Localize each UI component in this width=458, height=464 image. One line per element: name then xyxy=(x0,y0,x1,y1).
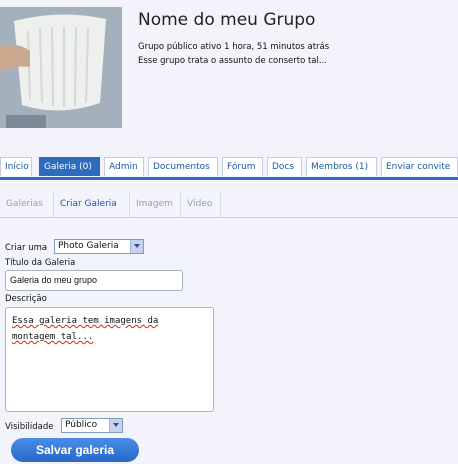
subtab-galerias[interactable]: Galerias xyxy=(0,191,54,217)
visibility-select[interactable]: Público xyxy=(61,418,123,433)
chevron-down-icon xyxy=(109,419,122,432)
tab-documentos[interactable]: Documentos xyxy=(148,157,218,176)
visibility-label: Visibilidade xyxy=(5,422,54,432)
title-label: Título da Galeria xyxy=(5,258,76,268)
tab-enviar-convite[interactable]: Enviar convite xyxy=(381,157,458,176)
group-status: Grupo público ativo 1 hora, 51 minutos a… xyxy=(138,42,330,52)
tab-membros[interactable]: Membros (1) xyxy=(306,157,377,176)
tabs-underline xyxy=(0,177,458,180)
group-title: Nome do meu Grupo xyxy=(138,10,316,30)
gallery-subtabs: Galerias Criar Galeria Imagem Vídeo xyxy=(0,191,458,218)
visibility-value: Público xyxy=(65,420,98,430)
tab-docs[interactable]: Docs xyxy=(267,157,302,176)
description-line-2: montagem tal... xyxy=(12,332,94,342)
subtabs-divider xyxy=(0,217,458,218)
gallery-type-value: Photo Galeria xyxy=(58,241,119,251)
tab-forum[interactable]: Fórum xyxy=(222,157,263,176)
save-gallery-button[interactable]: Salvar galeria xyxy=(11,438,139,462)
type-label: Criar uma xyxy=(5,243,48,253)
subtab-imagem[interactable]: Imagem xyxy=(130,191,181,217)
subtab-criar-galeria[interactable]: Criar Galeria xyxy=(54,191,130,217)
gallery-type-select[interactable]: Photo Galeria xyxy=(54,239,144,254)
group-photo xyxy=(0,7,122,128)
chevron-down-icon xyxy=(130,240,143,253)
tab-galeria[interactable]: Galeria (0) xyxy=(39,157,100,176)
gallery-title-input[interactable]: Galeria do meu grupo xyxy=(5,270,183,291)
group-tabs: Início Galeria (0) Admin Documentos Fóru… xyxy=(0,157,458,179)
tab-inicio[interactable]: Início xyxy=(0,157,32,176)
group-avatar xyxy=(0,7,122,128)
tab-admin[interactable]: Admin xyxy=(104,157,144,176)
gallery-description-textarea[interactable]: Essa galeria tem imagens da montagem tal… xyxy=(5,307,214,412)
description-line-1: Essa galeria tem imagens da xyxy=(12,316,159,326)
group-description: Esse grupo trata o assunto de conserto t… xyxy=(138,56,327,66)
description-label: Descrição xyxy=(5,294,47,304)
subtab-video[interactable]: Vídeo xyxy=(181,191,221,217)
